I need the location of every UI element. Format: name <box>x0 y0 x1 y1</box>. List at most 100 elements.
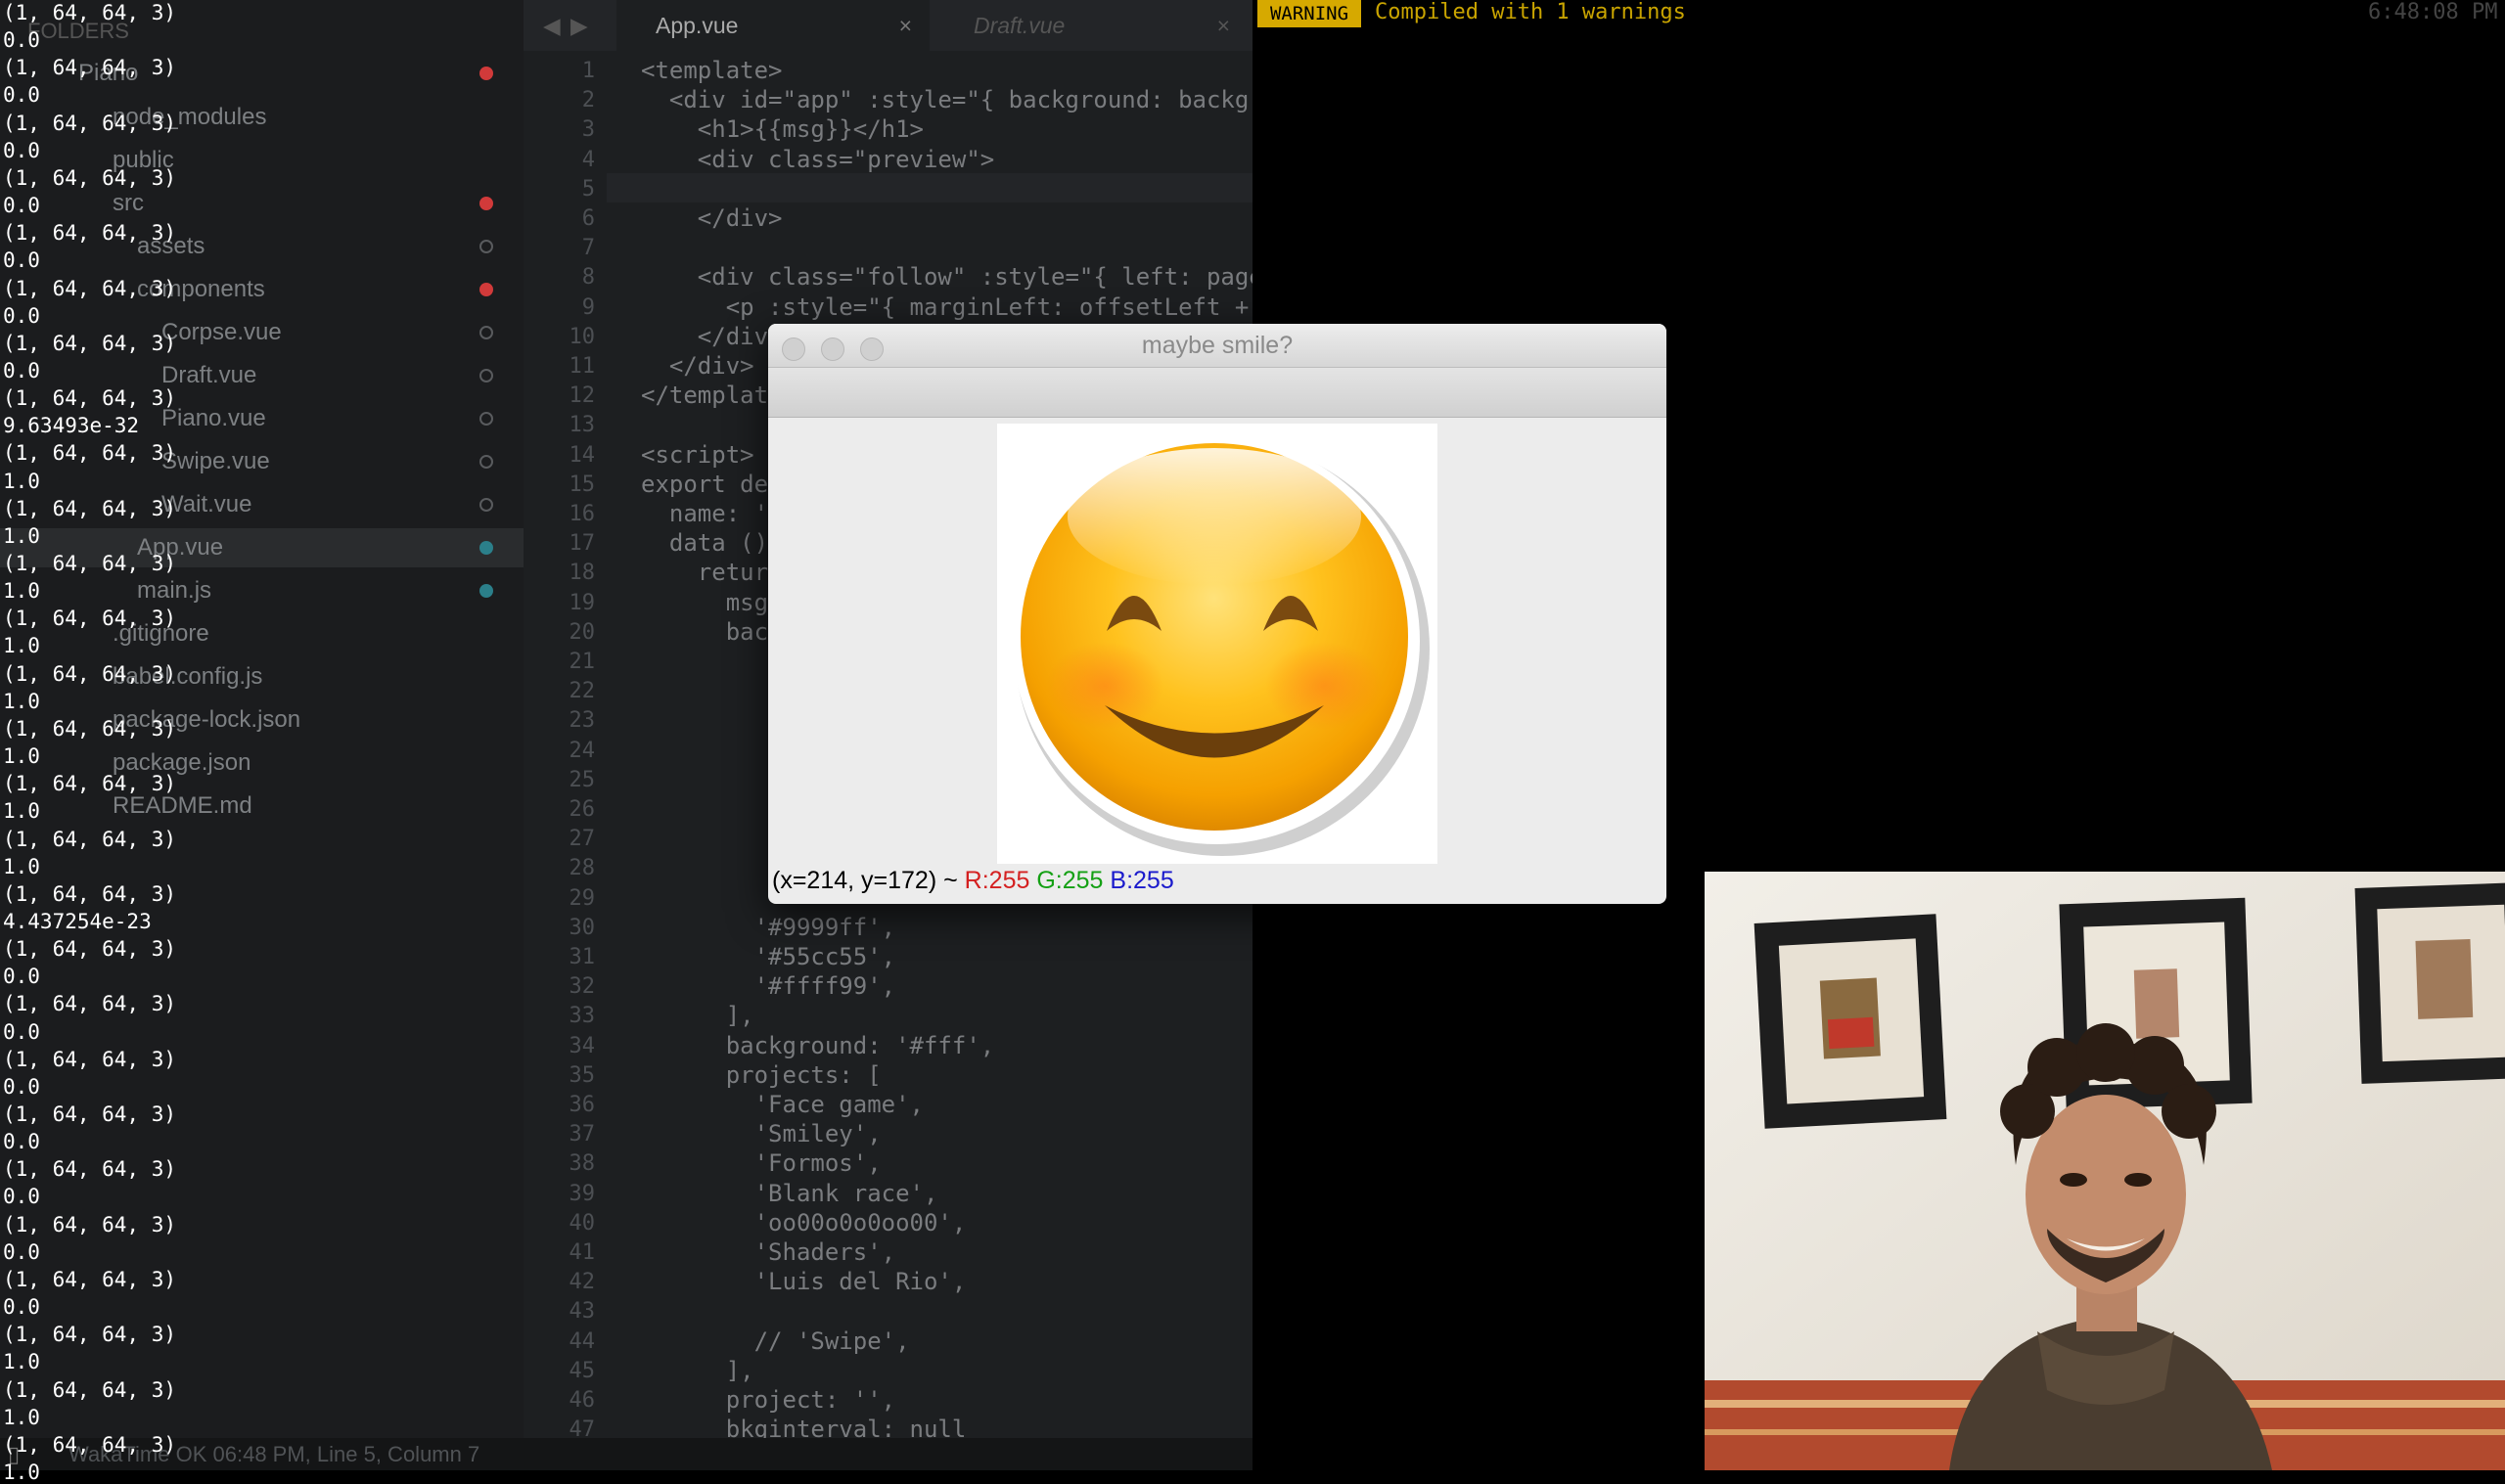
line-number: 46 <box>569 1388 596 1413</box>
line-gutter: 1 2 3 4 5 6 7 8 9 10 11 12 13 14 15 16 17 18 19 20 21 22 23 24 2… <box>524 51 607 1442</box>
code-line[interactable]: // 'Swipe', <box>641 1327 910 1355</box>
smiley-image <box>997 424 1437 864</box>
terminal-line: (1, 64, 64, 3) <box>3 607 177 631</box>
status-bar: ▯ WakaTime OK 06:48 PM, Line 5, Column 7 <box>0 1438 1252 1470</box>
opencv-window[interactable]: maybe smile? (x=214, y=172) ~ R:255 G:25… <box>768 324 1666 904</box>
terminal-line: (1, 64, 64, 3) <box>3 772 177 796</box>
code-line[interactable]: <h1>{{msg}}</h1> <box>641 115 924 143</box>
sidebar-item-swipe[interactable]: Swipe.vue <box>161 442 270 481</box>
code-line[interactable]: 'Luis del Rio', <box>641 1268 967 1295</box>
code-line[interactable]: project: '', <box>641 1386 895 1414</box>
terminal-line: 0.0 <box>3 194 40 218</box>
smiley-emoji-icon <box>1013 437 1430 856</box>
code-line[interactable]: <template> <box>641 57 783 84</box>
code-line[interactable]: </div> <box>641 323 783 350</box>
code-line[interactable]: '#9999ff', <box>641 914 896 941</box>
sidebar-item-corpse[interactable]: Corpse.vue <box>161 313 282 352</box>
code-line[interactable]: retur <box>641 559 768 586</box>
line-number: 40 <box>569 1210 596 1236</box>
line-number: 29 <box>569 885 596 911</box>
code-line[interactable]: '#ffff99', <box>641 972 896 1000</box>
line-number: 31 <box>569 945 596 969</box>
terminal-line: (1, 64, 64, 3) <box>3 1432 177 1457</box>
line-number: 20 <box>569 619 596 645</box>
terminal-line: 0.0 <box>3 248 40 273</box>
tab-label: App.vue <box>656 13 739 38</box>
code-line[interactable]: <div class="follow" :style="{ left: page <box>641 263 1263 291</box>
code-line[interactable]: background: '#fff', <box>641 1032 995 1059</box>
terminal-line: 1.0 <box>3 469 40 493</box>
tab-label: Draft.vue <box>974 13 1066 38</box>
line-number: 34 <box>569 1033 596 1058</box>
code-line[interactable]: <script> <box>641 441 754 469</box>
line-number: 35 <box>569 1062 596 1088</box>
terminal-line: (1, 64, 64, 3) <box>3 1323 177 1347</box>
line-number: 37 <box>569 1122 596 1147</box>
code-line[interactable]: <p :style="{ marginLeft: offsetLeft + <box>641 293 1250 321</box>
code-line[interactable]: 'Formos', <box>641 1149 882 1177</box>
code-line[interactable]: projects: [ <box>641 1061 882 1089</box>
terminal-line: 1.0 <box>3 689 40 713</box>
terminal-line: 1.0 <box>3 579 40 604</box>
code-line[interactable]: <div class="preview"> <box>641 146 994 173</box>
sidebar-item-src[interactable]: src <box>113 184 144 223</box>
line-number: 38 <box>569 1151 596 1177</box>
code-line[interactable]: ], <box>641 1002 754 1029</box>
code-line[interactable]: name: ' <box>641 500 768 527</box>
code-line[interactable]: </div> <box>641 204 783 232</box>
tab-draft-vue[interactable]: Draft.vue × <box>934 0 1248 51</box>
code-line[interactable]: </div> <box>641 352 754 380</box>
sidebar-item-main-js[interactable]: main.js <box>137 571 211 610</box>
terminal-line: (1, 64, 64, 3) <box>3 1157 177 1182</box>
line-number: 8 <box>581 265 595 291</box>
green-value: G:255 <box>1036 867 1104 894</box>
picture-frame <box>1754 914 1947 1129</box>
code-line[interactable]: bac <box>641 618 768 646</box>
code-line[interactable]: data () <box>641 529 768 557</box>
code-line[interactable]: 'Smiley', <box>641 1120 882 1147</box>
line-number: 12 <box>569 383 596 409</box>
terminal-line: (1, 64, 64, 3) <box>3 1047 177 1071</box>
close-icon[interactable]: × <box>899 0 912 51</box>
terminal-line: 1.0 <box>3 634 40 658</box>
terminal-line: 0.0 <box>3 1239 40 1264</box>
tab-bar: ◀ ▶ App.vue × Draft.vue × <box>524 0 1252 51</box>
line-number: 16 <box>569 502 596 526</box>
terminal-line: 0.0 <box>3 1295 40 1320</box>
status-dot <box>479 326 493 339</box>
line-number: 19 <box>569 590 596 615</box>
terminal-line: 1.0 <box>3 1350 40 1374</box>
nav-forward-icon[interactable]: ▶ <box>570 0 588 51</box>
code-line[interactable]: 'oo00o0o0oo00', <box>641 1209 967 1237</box>
code-line[interactable]: 'Blank race', <box>641 1180 938 1207</box>
code-line[interactable]: 'Face game', <box>641 1091 924 1118</box>
code-line[interactable]: msg <box>641 589 768 616</box>
code-line[interactable]: 'Shaders', <box>641 1238 896 1266</box>
window-title: maybe smile? <box>1141 332 1294 359</box>
nav-back-icon[interactable]: ◀ <box>543 0 561 51</box>
tab-app-vue[interactable]: App.vue × <box>616 0 930 51</box>
line-number: 9 <box>581 294 595 320</box>
sidebar-item-piano-vue[interactable]: Piano.vue <box>161 399 266 438</box>
line-number: 14 <box>569 442 596 468</box>
terminal-line: (1, 64, 64, 3) <box>3 1212 177 1237</box>
terminal-line: 1.0 <box>3 523 40 548</box>
terminal-line: (1, 64, 64, 3) <box>3 881 177 906</box>
terminal-line: (1, 64, 64, 3) <box>3 1 177 24</box>
modified-dot <box>479 197 493 210</box>
line-number: 2 <box>581 88 595 113</box>
terminal-line: 1.0 <box>3 1460 40 1484</box>
code-line[interactable]: <div id="app" :style="{ background: back… <box>641 86 1263 113</box>
code-line[interactable]: '#55cc55', <box>641 943 896 970</box>
code-line[interactable]: export de <box>641 471 768 498</box>
close-icon[interactable]: × <box>1217 0 1230 51</box>
terminal-line: (1, 64, 64, 3) <box>3 1377 177 1402</box>
line-number: 33 <box>569 1004 596 1029</box>
terminal-line: 4.437254e-23 <box>3 909 152 933</box>
code-line[interactable]: ], <box>641 1357 754 1384</box>
line-number: 5 <box>581 176 595 202</box>
terminal-line: (1, 64, 64, 3) <box>3 496 177 520</box>
line-number: 17 <box>569 531 596 557</box>
pixel-coords: (x=214, y=172) ~ <box>772 867 958 894</box>
line-number: 28 <box>569 856 596 881</box>
